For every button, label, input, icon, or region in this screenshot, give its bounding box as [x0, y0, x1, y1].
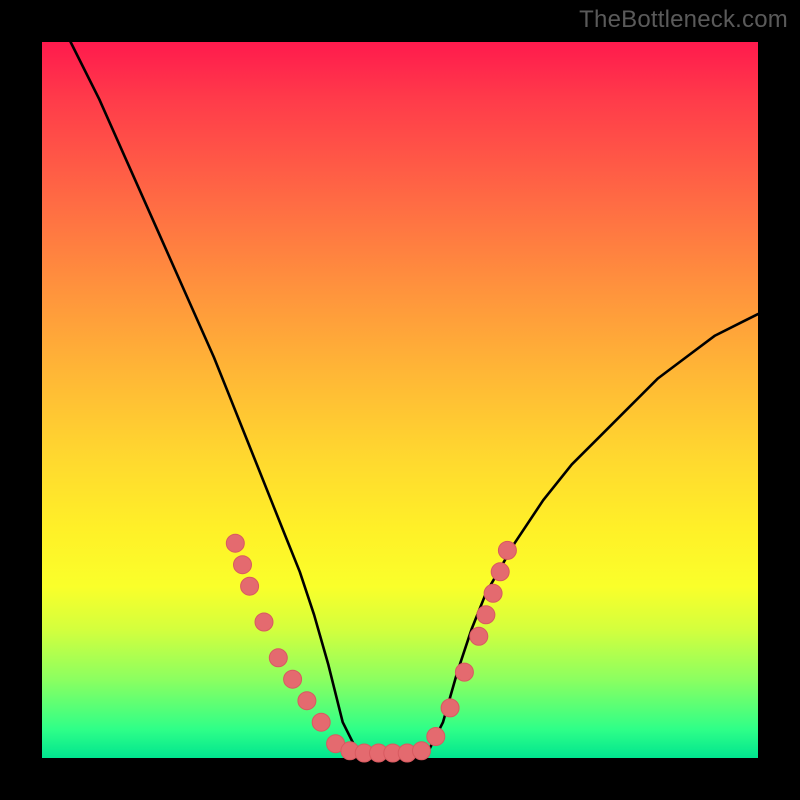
curve-markers: [226, 534, 516, 762]
curve-marker: [470, 627, 488, 645]
curve-marker: [498, 541, 516, 559]
watermark-text: TheBottleneck.com: [579, 6, 788, 34]
plot-area: [42, 42, 758, 758]
curve-marker: [234, 556, 252, 574]
curve-marker: [255, 613, 273, 631]
curve-marker: [269, 649, 287, 667]
curve-marker: [491, 563, 509, 581]
curve-marker: [312, 713, 330, 731]
curve-marker: [241, 577, 259, 595]
curve-marker: [455, 663, 473, 681]
bottleneck-curve-svg: [42, 42, 758, 758]
curve-marker: [298, 692, 316, 710]
curve-marker: [441, 699, 459, 717]
chart-frame: TheBottleneck.com: [0, 0, 800, 800]
bottleneck-curve: [71, 42, 758, 754]
curve-marker: [427, 728, 445, 746]
curve-marker: [413, 742, 431, 760]
curve-marker: [226, 534, 244, 552]
curve-marker: [484, 584, 502, 602]
curve-marker: [284, 670, 302, 688]
curve-marker: [477, 606, 495, 624]
